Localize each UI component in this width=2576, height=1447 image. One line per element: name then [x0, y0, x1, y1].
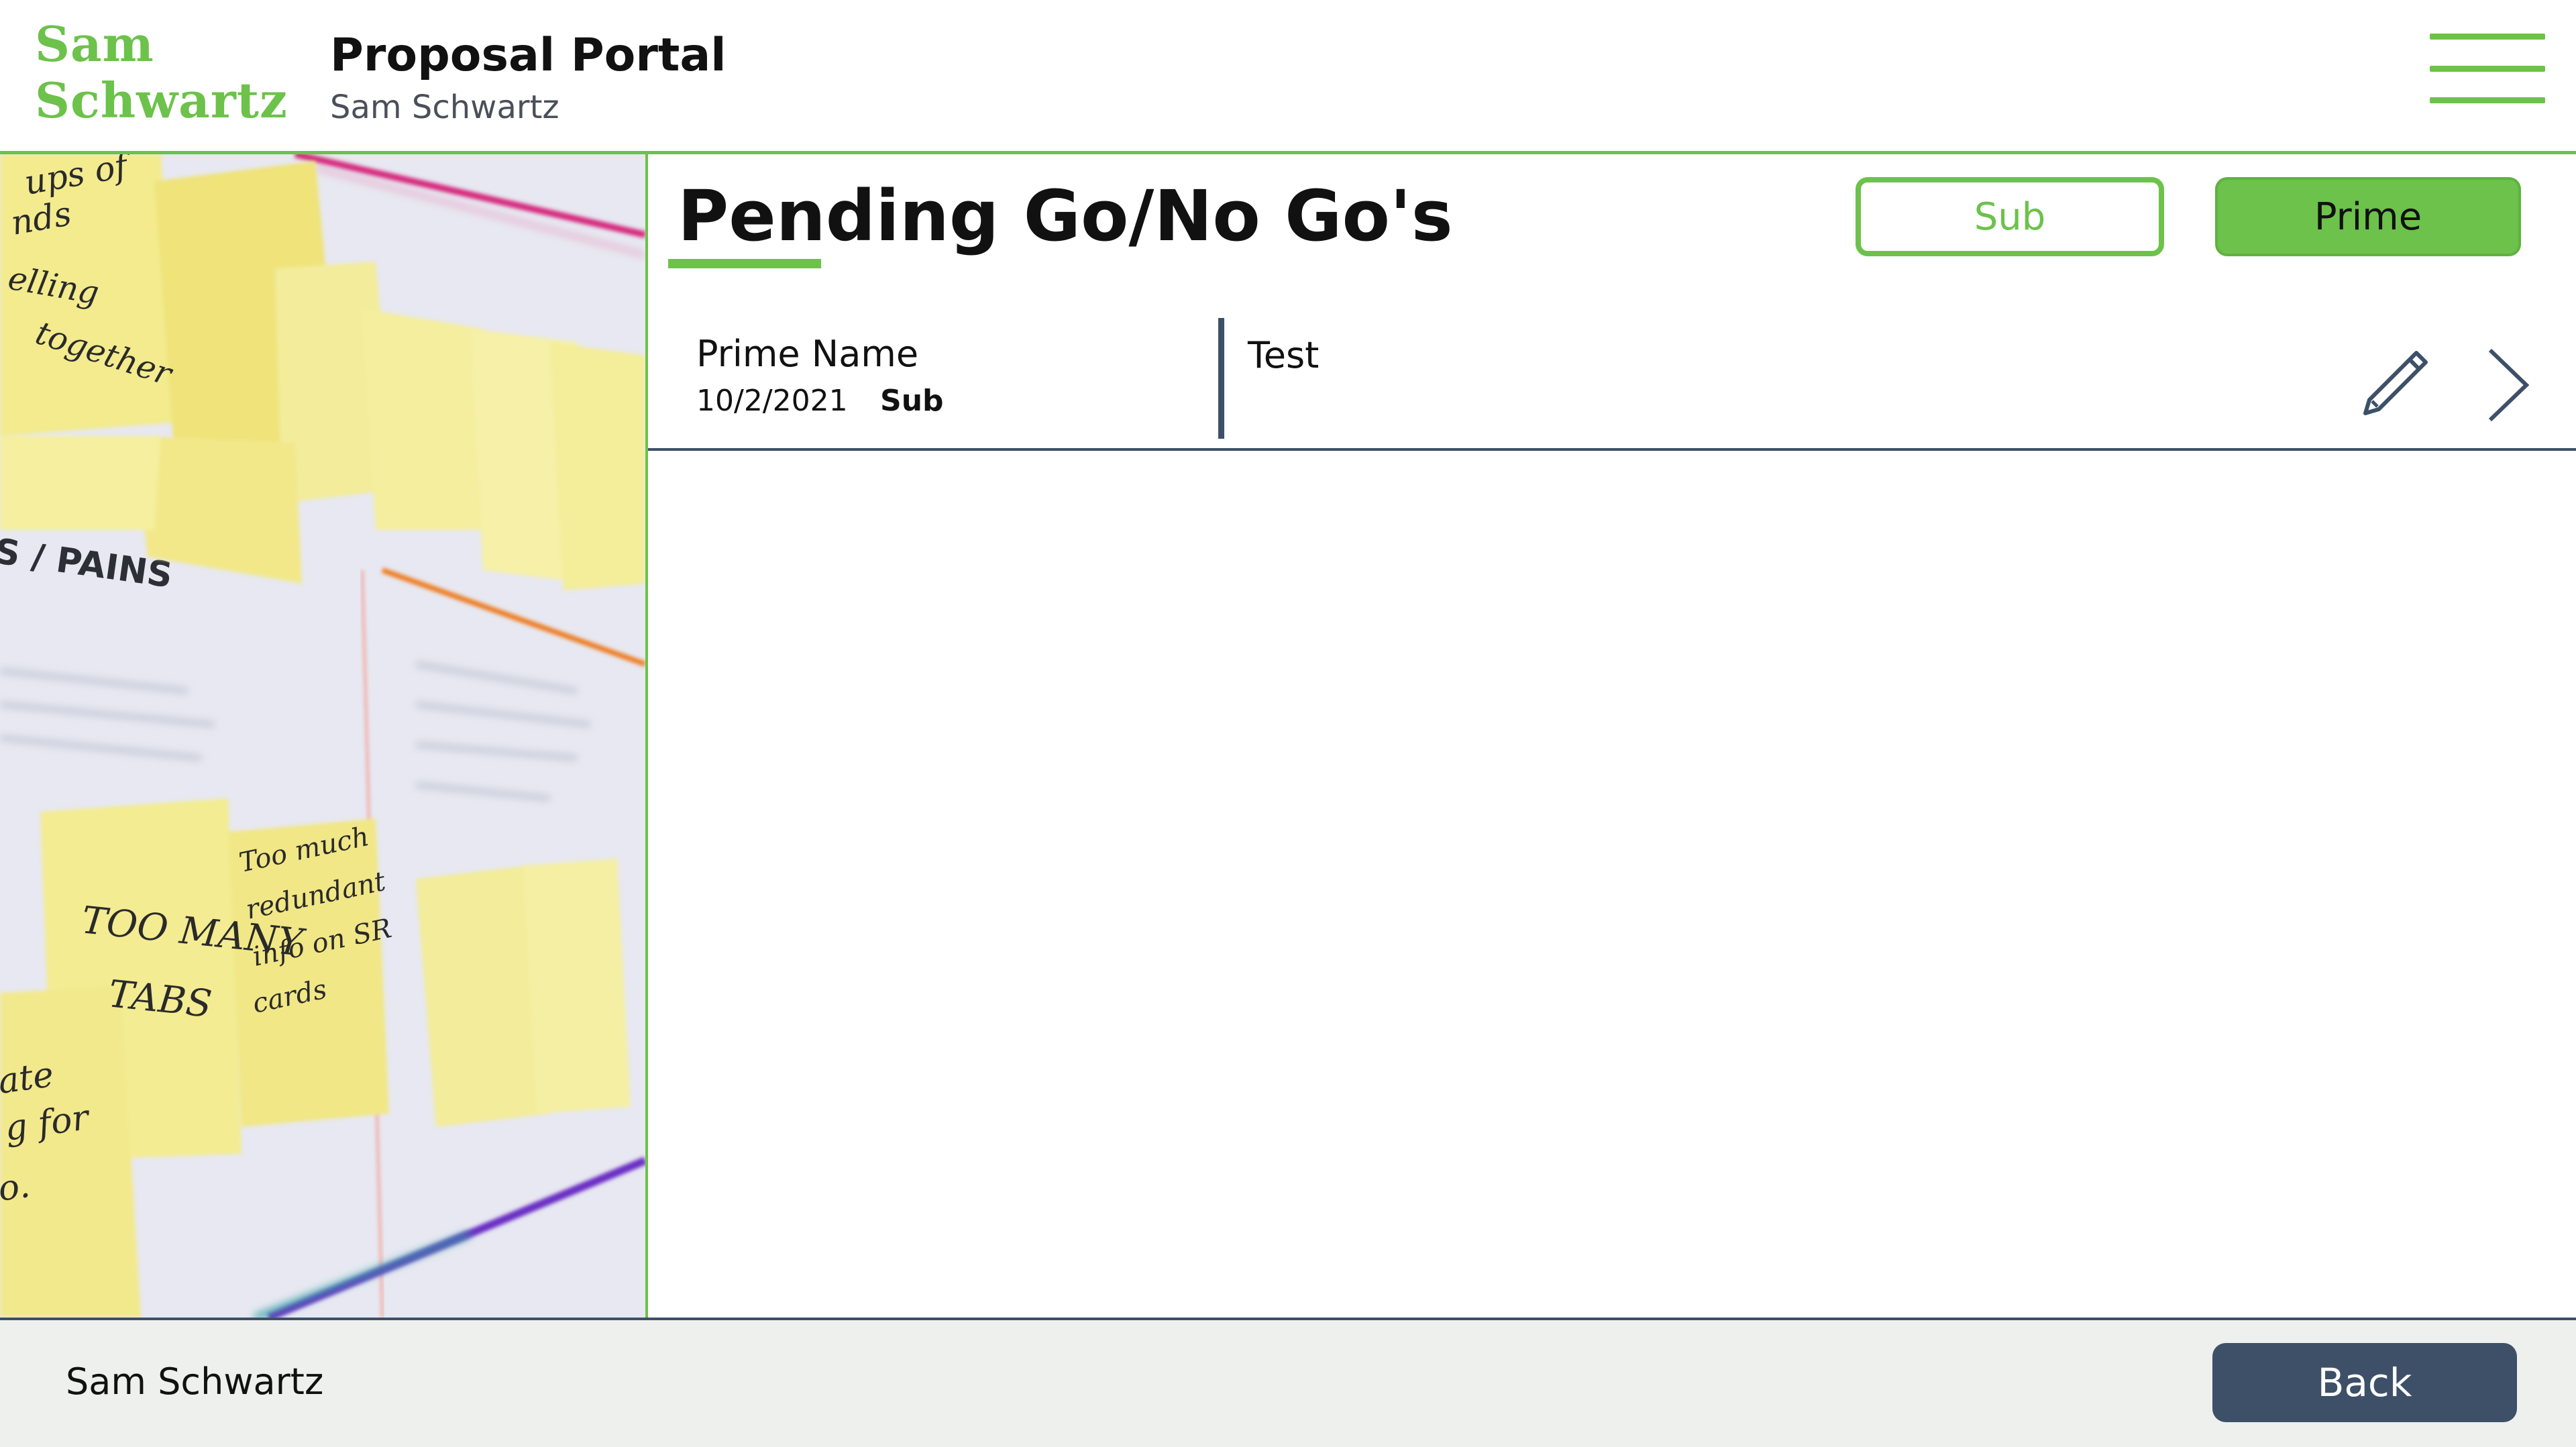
hamburger-menu-icon[interactable] [2430, 34, 2545, 103]
title-underline [668, 259, 821, 268]
sub-filter-button[interactable]: Sub [1856, 177, 2164, 256]
prime-filter-button[interactable]: Prime [2215, 177, 2521, 256]
page-title: Pending Go/No Go's [678, 175, 1453, 257]
pencil-icon[interactable] [2357, 347, 2431, 421]
back-button[interactable]: Back [2212, 1343, 2517, 1422]
chevron-right-icon[interactable] [2485, 346, 2532, 424]
item-type: Sub [880, 384, 944, 418]
footer-label: Sam Schwartz [66, 1360, 324, 1403]
logo-line-2: Schwartz [35, 72, 288, 129]
sticky-notes-illustration: S / PAINS ups of nds elling together TOO… [0, 154, 645, 1318]
list-item[interactable]: Prime Name 10/2/2021 Sub Test [648, 303, 2576, 451]
svg-text:o.: o. [0, 1165, 32, 1210]
sticky-notes-photo: S / PAINS ups of nds elling together TOO… [0, 154, 645, 1318]
app-subtitle: Sam Schwartz [330, 89, 559, 126]
app-footer: Sam Schwartz Back [0, 1318, 2576, 1447]
app-title: Proposal Portal [330, 29, 727, 82]
item-date: 10/2/2021 [696, 384, 848, 418]
item-divider [1218, 318, 1224, 439]
item-name: Prime Name [696, 333, 919, 375]
sam-schwartz-logo: Sam Schwartz [35, 16, 288, 129]
item-description: Test [1248, 334, 1320, 376]
svg-text:ate: ate [0, 1055, 56, 1102]
main-content: Pending Go/No Go's Sub Prime Prime Name … [645, 154, 2576, 1318]
logo-line-1: Sam [35, 15, 154, 72]
app-header: Sam Schwartz Proposal Portal Sam Schwart… [0, 0, 2576, 154]
